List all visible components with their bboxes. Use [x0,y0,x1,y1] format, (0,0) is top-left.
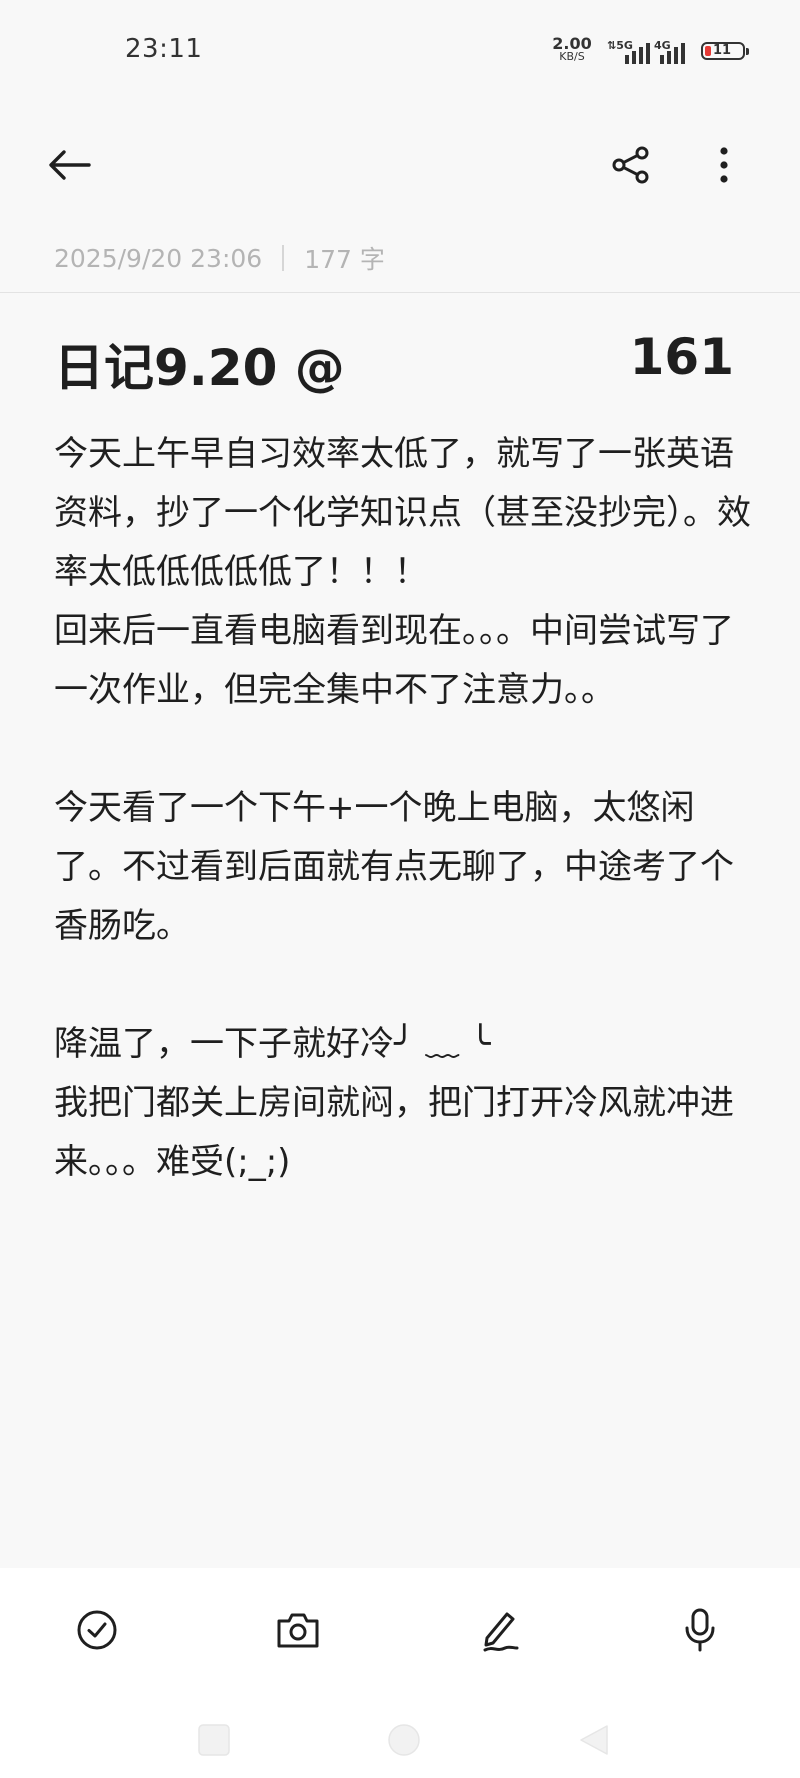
note-title[interactable]: 日记9.20 @ 161 [54,328,734,397]
recent-apps-icon[interactable] [196,1722,232,1758]
back-nav-icon[interactable] [576,1722,612,1758]
handwriting-button[interactable] [470,1600,530,1660]
signal-4g-icon: 4G [654,39,685,64]
handwriting-icon [483,1612,519,1652]
svg-text:4G: 4G [654,39,671,52]
note-title-number: 161 [629,328,734,386]
header-divider [0,292,800,293]
share-button[interactable] [605,141,657,189]
status-time: 23:11 [125,34,203,64]
system-nav-bar [0,1708,800,1768]
battery-fill [705,46,711,56]
bottom-toolbar [0,1568,800,1778]
signal-5g-icon: ⇅5G [607,39,650,64]
checklist-icon [77,1610,117,1650]
camera-button[interactable] [268,1600,328,1660]
home-icon[interactable] [386,1722,422,1758]
status-indicators: 2.00 KB/S ⇅5G 4G 11 [545,36,749,66]
arrow-left-icon [49,150,91,180]
meta-separator [282,245,285,271]
more-options-button[interactable] [700,141,748,189]
back-button[interactable] [40,141,100,189]
checklist-button[interactable] [67,1600,127,1660]
share-icon [612,146,649,184]
svg-text:⇅5G: ⇅5G [607,39,633,52]
camera-icon [277,1613,319,1648]
microphone-icon [685,1608,715,1652]
status-bar: 23:11 2.00 KB/S ⇅5G 4G 11 [0,0,800,110]
note-body[interactable]: 今天上午早自习效率太低了，就写了一张英语资料，抄了一个化学知识点（甚至没抄完）。… [54,425,754,1192]
word-count: 177 字 [304,245,385,274]
more-vertical-icon [720,147,728,183]
note-date: 2025/9/20 23:06 [54,243,263,273]
battery-level: 11 [713,43,732,58]
note-toolbar [0,125,800,205]
battery-icon: 11 [701,42,749,60]
microphone-button[interactable] [670,1600,730,1660]
network-speed: 2.00 KB/S [549,36,595,63]
note-meta: 2025/9/20 23:06 177 字 [54,240,385,276]
note-title-text: 日记9.20 @ [54,339,345,397]
